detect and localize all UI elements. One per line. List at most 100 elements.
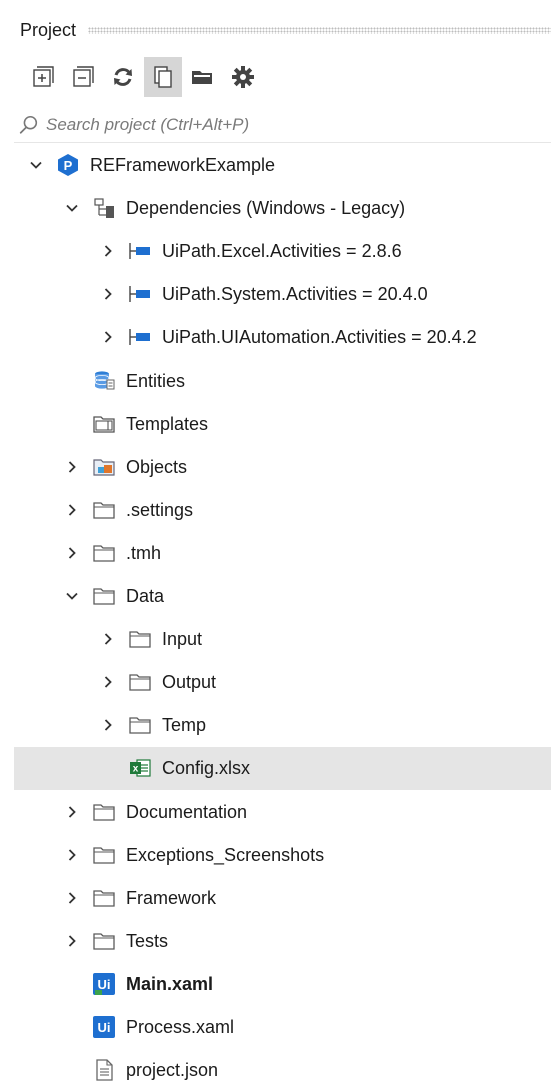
tree-item[interactable]: Input — [14, 618, 551, 661]
tree-item[interactable]: .tmh — [14, 532, 551, 575]
chevron-right-icon[interactable] — [62, 888, 82, 908]
tree-item[interactable]: Documentation — [14, 791, 551, 834]
tree-item[interactable]: UiPath.System.Activities = 20.4.0 — [14, 273, 551, 316]
chevron-right-icon[interactable] — [62, 931, 82, 951]
tree-item[interactable]: Entities — [14, 360, 551, 403]
tree-item-label: Framework — [126, 887, 217, 908]
folder-icon — [92, 886, 116, 910]
search-icon — [19, 115, 38, 134]
chevron-right-icon[interactable] — [98, 327, 118, 347]
tree-item-label: Data — [126, 586, 165, 606]
svg-text:Ui: Ui — [98, 977, 111, 992]
panel-title: Project — [20, 19, 77, 40]
project-panel: Project P REFrameworkExample Dependencies … — [14, 0, 551, 1083]
chevron-right-icon[interactable] — [62, 500, 82, 520]
chevron-right-icon[interactable] — [62, 543, 82, 563]
tree-item-label: Objects — [126, 456, 188, 477]
expand-all-icon — [33, 66, 54, 87]
tree-item[interactable]: Temp — [14, 704, 551, 747]
package-icon — [128, 282, 152, 306]
tree-item-label: Exceptions_Screenshots — [126, 844, 325, 865]
dependencies-icon — [92, 196, 116, 220]
panel-drag-grip[interactable] — [88, 26, 551, 34]
package-icon — [128, 239, 152, 263]
tree-item[interactable]: Output — [14, 661, 551, 704]
xaml-icon: Ui — [92, 1015, 116, 1039]
tree-item[interactable]: x Config.xlsx — [14, 747, 551, 791]
tree-item-label: .tmh — [126, 542, 162, 563]
chevron-right-icon[interactable] — [62, 802, 82, 822]
folder-icon — [92, 584, 116, 608]
tree-item-label: .settings — [126, 499, 194, 520]
main-xaml-icon: Ui — [92, 972, 116, 996]
chevron-right-icon[interactable] — [98, 715, 118, 735]
chevron-down-icon[interactable] — [62, 198, 82, 218]
open-folder-button[interactable] — [184, 57, 222, 97]
database-icon — [92, 369, 116, 393]
show-all-files-button[interactable] — [144, 57, 182, 97]
tree-item[interactable]: Dependencies (Windows - Legacy) — [14, 187, 551, 230]
tree-item-label: UiPath.UIAutomation.Activities = 20.4.2 — [162, 327, 477, 348]
chevron-right-icon[interactable] — [62, 845, 82, 865]
settings-gear-button[interactable] — [224, 57, 262, 97]
tree-item[interactable]: P REFrameworkExample — [14, 144, 551, 187]
chevron-right-icon[interactable] — [98, 284, 118, 304]
settings-gear-icon — [232, 66, 254, 88]
tree-item[interactable]: Ui Main.xaml — [14, 963, 551, 1006]
package-icon — [128, 325, 152, 349]
objects-icon — [92, 455, 116, 479]
tree-item-label: UiPath.Excel.Activities = 2.8.6 — [162, 241, 402, 262]
chevron-right-icon[interactable] — [98, 672, 118, 692]
folder-icon — [128, 713, 152, 737]
tree-item-label: Tests — [126, 930, 169, 951]
project-badge-icon: P — [56, 153, 80, 177]
svg-text:P: P — [64, 158, 73, 173]
chevron-right-icon[interactable] — [98, 241, 118, 261]
svg-text:x: x — [133, 764, 139, 775]
open-folder-icon — [192, 71, 212, 84]
json-file-icon — [92, 1058, 116, 1082]
folder-icon — [92, 843, 116, 867]
folder-icon — [92, 800, 116, 824]
project-toolbar — [14, 54, 551, 100]
folder-icon — [92, 929, 116, 953]
search-input[interactable] — [44, 114, 468, 136]
folder-icon — [128, 627, 152, 651]
tree-item-label: Input — [162, 629, 203, 650]
chevron-right-icon[interactable] — [62, 457, 82, 477]
tree-item[interactable]: Ui Process.xaml — [14, 1006, 551, 1049]
tree-item[interactable]: .settings — [14, 489, 551, 532]
tree-item[interactable]: Framework — [14, 877, 551, 920]
tree-item-label: project.json — [126, 1060, 219, 1081]
refresh-button[interactable] — [104, 57, 142, 97]
folder-icon — [128, 670, 152, 694]
tree-item[interactable]: Exceptions_Screenshots — [14, 834, 551, 877]
tree-item-label: Config.xlsx — [162, 758, 251, 779]
svg-text:Ui: Ui — [98, 1020, 111, 1035]
chevron-right-icon[interactable] — [98, 629, 118, 649]
tree-item[interactable]: Objects — [14, 446, 551, 489]
folder-icon — [92, 541, 116, 565]
search-box[interactable] — [14, 108, 551, 143]
tree-item[interactable]: Templates — [14, 403, 551, 446]
tree-item[interactable]: UiPath.Excel.Activities = 2.8.6 — [14, 230, 551, 273]
collapse-all-button[interactable] — [64, 57, 102, 97]
tree-item[interactable]: Tests — [14, 920, 551, 963]
chevron-down-icon[interactable] — [62, 586, 82, 606]
show-all-files-icon — [154, 66, 172, 88]
panel-header: Project — [14, 10, 551, 50]
tree-item-label: Documentation — [126, 801, 248, 822]
chevron-down-icon[interactable] — [26, 155, 46, 175]
tree-item-label: Dependencies (Windows - Legacy) — [126, 198, 406, 219]
tree-item-label: Templates — [126, 413, 209, 434]
tree-item-label: Process.xaml — [126, 1017, 235, 1037]
tree-item-label: Output — [162, 672, 217, 693]
tree-item[interactable]: UiPath.UIAutomation.Activities = 20.4.2 — [14, 316, 551, 359]
refresh-icon — [114, 68, 132, 86]
tree-item-label: Entities — [126, 370, 186, 391]
tree-item[interactable]: project.json — [14, 1049, 551, 1092]
collapse-all-icon — [73, 66, 94, 87]
excel-file-icon: x — [128, 756, 152, 780]
tree-item[interactable]: Data — [14, 575, 551, 618]
expand-all-button[interactable] — [24, 57, 62, 97]
